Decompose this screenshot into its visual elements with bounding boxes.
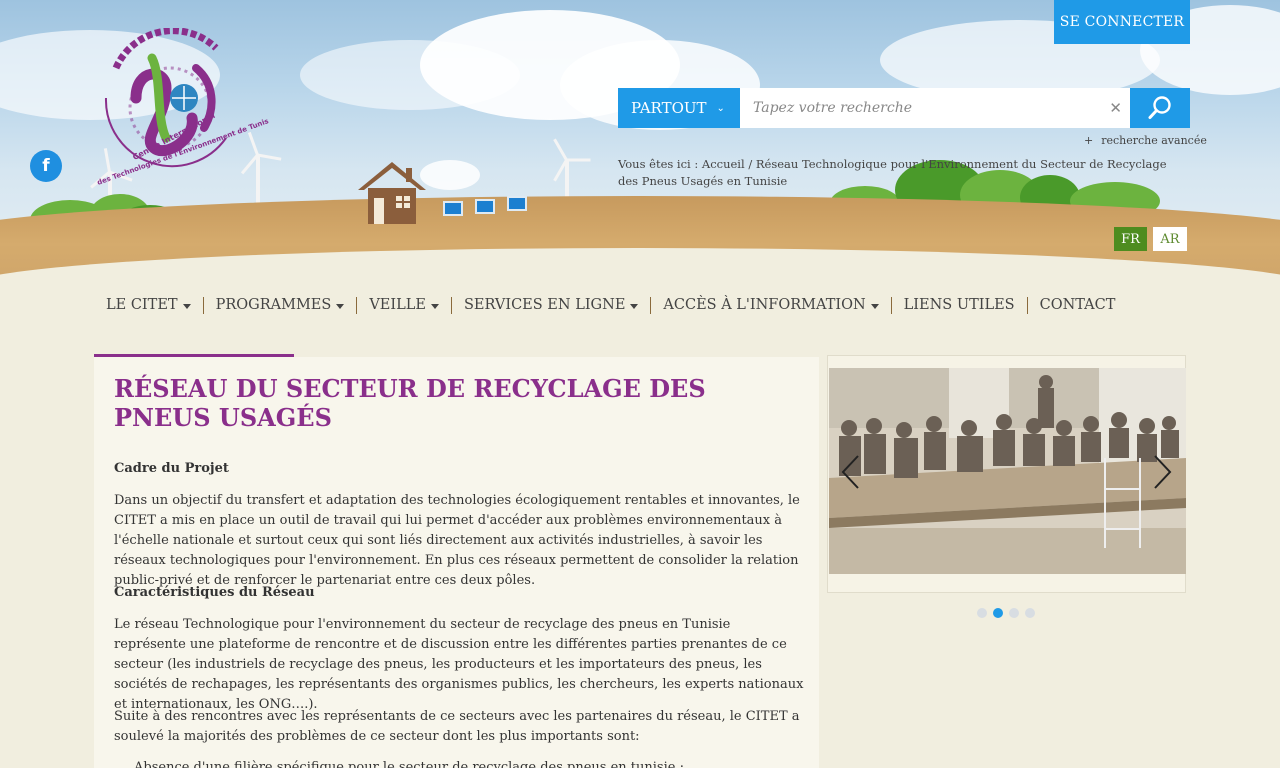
- caret-down-icon: [182, 304, 191, 309]
- slider-prev-arrow[interactable]: [840, 452, 860, 492]
- paragraph-problemes: Suite à des rencontres avec les représen…: [114, 709, 800, 744]
- search-bar: PARTOUT ⌄ ✕: [618, 88, 1190, 128]
- section-heading-cadre: Cadre du Projet: [114, 461, 229, 476]
- facebook-icon[interactable]: f: [30, 150, 62, 182]
- caret-down-icon: [870, 304, 879, 309]
- caret-down-icon: [630, 304, 639, 309]
- slider-dot-active[interactable]: [993, 608, 1003, 618]
- search-icon: [1148, 96, 1171, 119]
- caret-down-icon: [336, 304, 345, 309]
- search-scope-dropdown[interactable]: PARTOUT ⌄: [618, 88, 740, 128]
- search-input[interactable]: [740, 88, 1130, 128]
- chevron-left-icon: [841, 455, 859, 489]
- bullet-item: Absence d'une filière spécifique pour le…: [134, 760, 684, 768]
- nav-item-acces-information[interactable]: ACCÈS À L'INFORMATION: [650, 296, 890, 314]
- plus-icon: +: [1084, 134, 1094, 147]
- login-button[interactable]: SE CONNECTER: [1054, 0, 1190, 44]
- nav-item-services-en-ligne[interactable]: SERVICES EN LIGNE: [450, 296, 650, 314]
- citet-logo[interactable]: Centre International des Technologies de…: [96, 27, 270, 187]
- nav-label: SERVICES EN LIGNE: [463, 297, 626, 313]
- search-scope-label: PARTOUT: [631, 99, 707, 117]
- slider-next-arrow[interactable]: [1153, 452, 1173, 492]
- nav-label: LE CITET: [106, 297, 178, 313]
- caret-down-icon: [430, 304, 439, 309]
- clear-icon[interactable]: ✕: [1109, 99, 1122, 117]
- search-button[interactable]: [1130, 88, 1190, 128]
- nav-item-programmes[interactable]: PROGRAMMES: [202, 296, 357, 314]
- house-icon: [356, 160, 428, 226]
- slider-dot[interactable]: [1009, 608, 1019, 618]
- lang-fr-button[interactable]: FR: [1114, 227, 1147, 251]
- paragraph-caracteristiques: Le réseau Technologique pour l'environne…: [114, 617, 804, 712]
- nav-label: LIENS UTILES: [903, 297, 1015, 313]
- title-accent-bar: [94, 354, 294, 357]
- lang-ar-button[interactable]: AR: [1153, 227, 1187, 251]
- nav-item-veille[interactable]: VEILLE: [356, 296, 451, 314]
- slider-dots: [977, 608, 1035, 618]
- nav-item-le-citet[interactable]: LE CITET: [94, 297, 203, 314]
- nav-item-liens-utiles[interactable]: LIENS UTILES: [890, 296, 1027, 314]
- nav-item-contact[interactable]: CONTACT: [1026, 296, 1128, 314]
- main-nav: LE CITET PROGRAMMES VEILLE SERVICES EN L…: [94, 292, 1127, 318]
- slider-dot[interactable]: [977, 608, 987, 618]
- slide-photo: [829, 368, 1186, 574]
- breadcrumb: Vous êtes ici : Accueil / Réseau Technol…: [618, 157, 1167, 188]
- section-heading-caracteristiques: Caractéristiques du Réseau: [114, 585, 315, 600]
- advanced-search-link[interactable]: + recherche avancée: [1084, 134, 1207, 147]
- nav-label: VEILLE: [369, 297, 426, 313]
- image-slider: [827, 355, 1186, 593]
- slider-dot[interactable]: [1025, 608, 1035, 618]
- advanced-search-label: recherche avancée: [1101, 134, 1207, 147]
- chevron-down-icon: ⌄: [716, 102, 725, 114]
- page-title: RÉSEAU DU SECTEUR DE RECYCLAGE DES PNEUS…: [114, 374, 706, 432]
- nav-label: PROGRAMMES: [215, 297, 332, 313]
- chevron-right-icon: [1154, 455, 1172, 489]
- nav-label: CONTACT: [1039, 297, 1116, 313]
- nav-label: ACCÈS À L'INFORMATION: [663, 297, 866, 313]
- paragraph-cadre: Dans un objectif du transfert et adaptat…: [114, 493, 800, 588]
